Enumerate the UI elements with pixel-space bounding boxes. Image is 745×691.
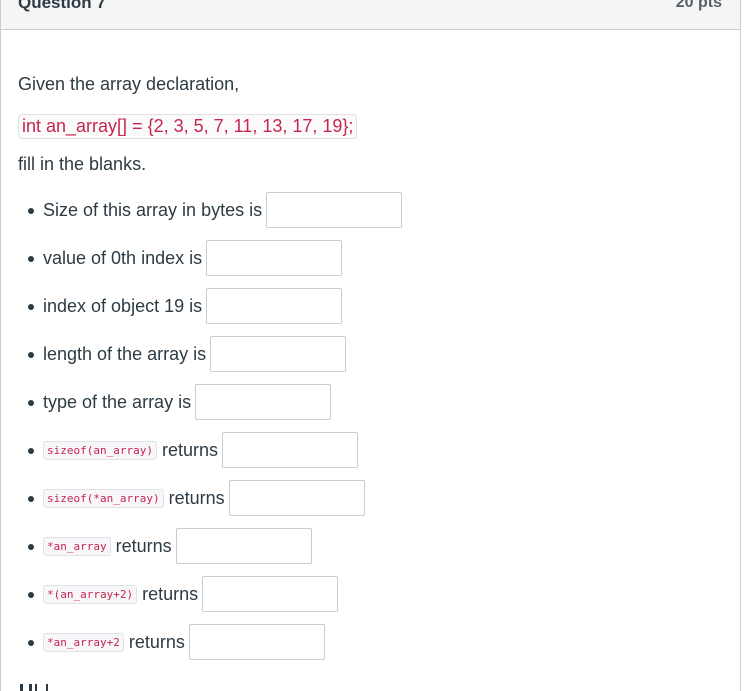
bullet — [28, 208, 34, 214]
blank-label: returns — [161, 439, 218, 460]
code-snippet: sizeof(*an_array) — [43, 488, 164, 508]
blank-item-index-19: index of object 19 is — [28, 287, 343, 325]
bullet — [28, 640, 34, 646]
answer-input-deref-plus-2-paren[interactable] — [202, 576, 339, 612]
answer-input-deref[interactable] — [175, 528, 312, 564]
question-frame: Question 7 20 pts Given the array declar… — [0, 0, 741, 691]
bullet — [28, 448, 34, 454]
bullet — [28, 352, 34, 358]
blank-item-length: length of the array is — [28, 335, 347, 373]
answer-input-length[interactable] — [210, 336, 347, 372]
cut-off-text — [18, 684, 68, 691]
blank-item-sizeof-array: sizeof(an_array) returns — [28, 431, 358, 469]
question-title: Question 7 — [18, 0, 106, 12]
blank-label: returns — [142, 583, 199, 604]
blank-item-sizeof-deref: sizeof(*an_array) returns — [28, 479, 365, 517]
blank-label: returns — [115, 535, 172, 556]
blank-label: Size of this array in bytes is — [43, 199, 263, 220]
answer-input-size-bytes[interactable] — [266, 192, 403, 228]
blank-label: index of object 19 is — [43, 295, 203, 316]
question-points: 20 pts — [675, 0, 722, 11]
code-snippet: *(an_array+2) — [43, 584, 138, 604]
blank-item-deref-plus-2: *an_array+2 returns — [28, 623, 325, 661]
answer-input-value-0th[interactable] — [206, 240, 343, 276]
blank-label: type of the array is — [43, 391, 192, 412]
blank-label: returns — [128, 631, 185, 652]
bullet — [28, 592, 34, 598]
blank-item-size-bytes: Size of this array in bytes is — [28, 191, 403, 229]
answer-input-type[interactable] — [195, 384, 332, 420]
blank-item-value-0th: value of 0th index is — [28, 239, 343, 277]
array-declaration: int an_array[] = {2, 3, 5, 7, 11, 13, 17… — [18, 114, 358, 139]
bullet — [28, 544, 34, 550]
blank-label: returns — [168, 487, 225, 508]
blank-item-deref-plus-2-paren: *(an_array+2) returns — [28, 575, 339, 613]
answer-input-deref-plus-2[interactable] — [188, 624, 325, 660]
bullet — [28, 304, 34, 310]
question-intro: Given the array declaration, — [18, 74, 240, 94]
bullet — [28, 256, 34, 262]
blank-label: value of 0th index is — [43, 247, 203, 268]
question-instruction: fill in the blanks. — [18, 154, 147, 174]
answer-input-sizeof-array[interactable] — [222, 432, 358, 468]
blank-item-type: type of the array is — [28, 383, 332, 421]
blank-item-deref: *an_array returns — [28, 527, 312, 565]
code-snippet: *an_array — [43, 536, 111, 556]
blank-label: length of the array is — [43, 343, 207, 364]
bullet — [28, 400, 34, 406]
code-snippet: sizeof(an_array) — [43, 440, 157, 460]
answer-input-index-19[interactable] — [206, 288, 343, 324]
answer-input-sizeof-deref[interactable] — [228, 480, 365, 516]
question-header: Question 7 20 pts — [1, 0, 740, 30]
code-snippet: *an_array+2 — [43, 632, 124, 652]
bullet — [28, 496, 34, 502]
